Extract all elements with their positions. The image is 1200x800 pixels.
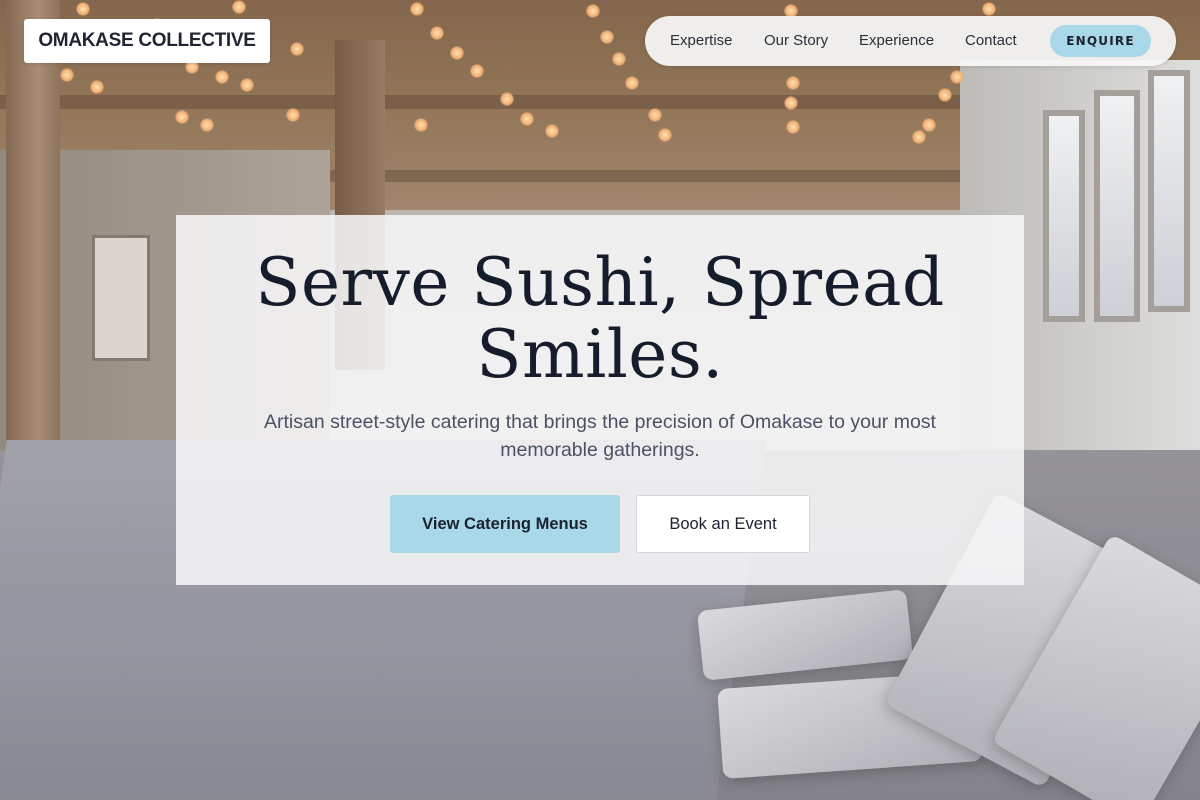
book-an-event-button[interactable]: Book an Event bbox=[636, 495, 810, 553]
hero-subtitle-line2: memorable gatherings. bbox=[500, 439, 700, 461]
hero-subtitle: Artisan street-style catering that bring… bbox=[230, 408, 970, 464]
site-logo[interactable]: OMAKASE COLLECTIVE bbox=[24, 19, 270, 63]
view-catering-menus-button[interactable]: View Catering Menus bbox=[390, 495, 620, 553]
hero-title-line2: Smiles. bbox=[476, 316, 724, 393]
hero-subtitle-line1: Artisan street-style catering that bring… bbox=[264, 411, 936, 433]
nav-link-our-story[interactable]: Our Story bbox=[764, 16, 828, 66]
nav-link-expertise[interactable]: Expertise bbox=[670, 16, 733, 66]
main-navigation: Expertise Our Story Experience Contact E… bbox=[645, 16, 1176, 66]
nav-link-contact[interactable]: Contact bbox=[965, 16, 1017, 66]
nav-link-experience[interactable]: Experience bbox=[859, 16, 934, 66]
hero-card: Serve Sushi, Spread Smiles. Artisan stre… bbox=[176, 215, 1024, 585]
hero-title: Serve Sushi, Spread Smiles. bbox=[176, 247, 1024, 391]
enquire-button[interactable]: ENQUIRE bbox=[1050, 25, 1151, 57]
hero-title-line1: Serve Sushi, Spread bbox=[255, 244, 945, 321]
